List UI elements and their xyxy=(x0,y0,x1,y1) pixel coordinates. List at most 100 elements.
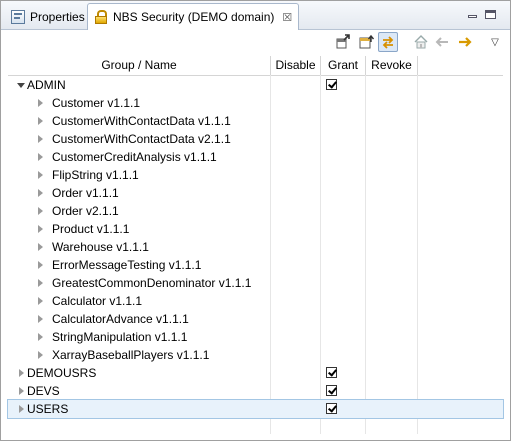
service-label: StringManipulation v1.1.1 xyxy=(52,330,188,344)
service-label: CalculatorAdvance v1.1.1 xyxy=(52,312,189,326)
tab-nbs-security[interactable]: NBS Security (DEMO domain) ☒ xyxy=(87,3,299,30)
expand-triangle-icon[interactable] xyxy=(34,184,46,202)
service-label: CustomerWithContactData v2.1.1 xyxy=(52,132,231,146)
service-label: CustomerWithContactData v1.1.1 xyxy=(52,114,231,128)
service-row[interactable]: Warehouse v1.1.1 xyxy=(8,238,503,256)
grant-checkbox[interactable] xyxy=(326,79,337,90)
service-label: Order v1.1.1 xyxy=(52,186,119,200)
expand-triangle-icon[interactable] xyxy=(34,274,46,292)
tab-security-label: NBS Security (DEMO domain) xyxy=(113,10,275,24)
service-row[interactable]: Order v2.1.1 xyxy=(8,202,503,220)
group-row[interactable]: DEVS xyxy=(8,382,503,400)
grant-checkbox[interactable] xyxy=(326,403,337,414)
service-row[interactable]: XarrayBaseballPlayers v1.1.1 xyxy=(8,346,503,364)
service-row[interactable]: CustomerWithContactData v2.1.1 xyxy=(8,130,503,148)
forward-button[interactable] xyxy=(455,32,475,52)
service-row[interactable]: Order v1.1.1 xyxy=(8,184,503,202)
service-label: Warehouse v1.1.1 xyxy=(52,240,149,254)
column-header-revoke[interactable]: Revoke xyxy=(366,56,418,75)
service-row[interactable]: GreatestCommonDenominator v1.1.1 xyxy=(8,274,503,292)
back-button[interactable] xyxy=(432,32,452,52)
security-view-panel: Properties NBS Security (DEMO domain) ☒ xyxy=(0,0,511,441)
service-label: Order v2.1.1 xyxy=(52,204,119,218)
tab-properties[interactable]: Properties xyxy=(5,5,87,29)
service-row[interactable]: ErrorMessageTesting v1.1.1 xyxy=(8,256,503,274)
service-row[interactable]: CalculatorAdvance v1.1.1 xyxy=(8,310,503,328)
forward-icon xyxy=(459,37,472,47)
triangle-glyph xyxy=(37,207,43,215)
service-row[interactable]: Calculator v1.1.1 xyxy=(8,292,503,310)
group-row[interactable]: USERS xyxy=(7,399,504,419)
group-label: ADMIN xyxy=(27,78,66,92)
import-icon xyxy=(359,34,374,49)
service-label: Customer v1.1.1 xyxy=(52,96,141,110)
group-label: USERS xyxy=(27,402,69,416)
triangle-glyph xyxy=(37,171,43,179)
refresh-button[interactable] xyxy=(378,32,398,52)
expand-triangle-icon[interactable] xyxy=(34,112,46,130)
service-row[interactable]: CustomerWithContactData v1.1.1 xyxy=(8,112,503,130)
triangle-glyph xyxy=(37,135,43,143)
minimize-button[interactable] xyxy=(467,10,478,19)
security-table: Group / Name Disable Grant Revoke ADMIN C… xyxy=(7,56,504,434)
expand-triangle-icon[interactable] xyxy=(34,130,46,148)
expand-triangle-icon[interactable] xyxy=(34,256,46,274)
back-icon xyxy=(435,37,448,47)
view-menu-icon[interactable]: ▽ xyxy=(485,32,505,52)
triangle-glyph xyxy=(18,369,24,377)
import-button[interactable] xyxy=(356,32,376,52)
export-icon xyxy=(336,34,350,49)
column-header-disable[interactable]: Disable xyxy=(271,56,321,75)
expand-triangle-icon[interactable] xyxy=(34,310,46,328)
column-header-group-name[interactable]: Group / Name xyxy=(8,56,271,75)
service-row[interactable]: StringManipulation v1.1.1 xyxy=(8,328,503,346)
home-button[interactable] xyxy=(411,32,431,52)
group-row[interactable]: DEMOUSRS xyxy=(8,364,503,382)
expand-triangle-icon[interactable] xyxy=(34,220,46,238)
home-icon xyxy=(414,35,428,49)
tab-properties-label: Properties xyxy=(30,10,85,24)
triangle-glyph xyxy=(37,351,43,359)
expand-triangle-icon[interactable] xyxy=(34,292,46,310)
triangle-glyph xyxy=(37,189,43,197)
properties-icon xyxy=(11,10,25,24)
triangle-glyph xyxy=(37,99,43,107)
triangle-glyph xyxy=(17,82,25,88)
refresh-icon xyxy=(382,36,394,49)
service-row[interactable]: FlipString v1.1.1 xyxy=(8,166,503,184)
maximize-button[interactable] xyxy=(485,10,496,19)
export-button[interactable] xyxy=(333,32,353,52)
service-label: XarrayBaseballPlayers v1.1.1 xyxy=(52,348,210,362)
table-body: ADMIN Customer v1.1.1 CustomerWithContactD… xyxy=(7,76,504,419)
triangle-glyph xyxy=(37,261,43,269)
expand-triangle-icon[interactable] xyxy=(15,400,27,418)
collapse-triangle-icon[interactable] xyxy=(15,76,27,94)
expand-triangle-icon[interactable] xyxy=(15,382,27,400)
column-header-grant[interactable]: Grant xyxy=(321,56,366,75)
service-label: ErrorMessageTesting v1.1.1 xyxy=(52,258,202,272)
triangle-glyph xyxy=(37,225,43,233)
service-row[interactable]: Customer v1.1.1 xyxy=(8,94,503,112)
expand-triangle-icon[interactable] xyxy=(34,238,46,256)
service-row[interactable]: CustomerCreditAnalysis v1.1.1 xyxy=(8,148,503,166)
expand-triangle-icon[interactable] xyxy=(34,328,46,346)
group-row[interactable]: ADMIN xyxy=(8,76,503,94)
grant-checkbox[interactable] xyxy=(326,385,337,396)
table-header: Group / Name Disable Grant Revoke xyxy=(8,56,503,76)
triangle-glyph xyxy=(37,153,43,161)
expand-triangle-icon[interactable] xyxy=(34,94,46,112)
expand-triangle-icon[interactable] xyxy=(34,166,46,184)
grant-checkbox[interactable] xyxy=(326,367,337,378)
lock-icon xyxy=(94,10,108,24)
service-row[interactable]: Product v1.1.1 xyxy=(8,220,503,238)
expand-triangle-icon[interactable] xyxy=(34,148,46,166)
triangle-glyph xyxy=(18,405,24,413)
triangle-glyph xyxy=(37,333,43,341)
triangle-glyph xyxy=(18,387,24,395)
expand-triangle-icon[interactable] xyxy=(34,202,46,220)
expand-triangle-icon[interactable] xyxy=(15,364,27,382)
close-icon[interactable]: ☒ xyxy=(282,11,292,24)
service-label: FlipString v1.1.1 xyxy=(52,168,139,182)
expand-triangle-icon[interactable] xyxy=(34,346,46,364)
triangle-glyph xyxy=(37,117,43,125)
